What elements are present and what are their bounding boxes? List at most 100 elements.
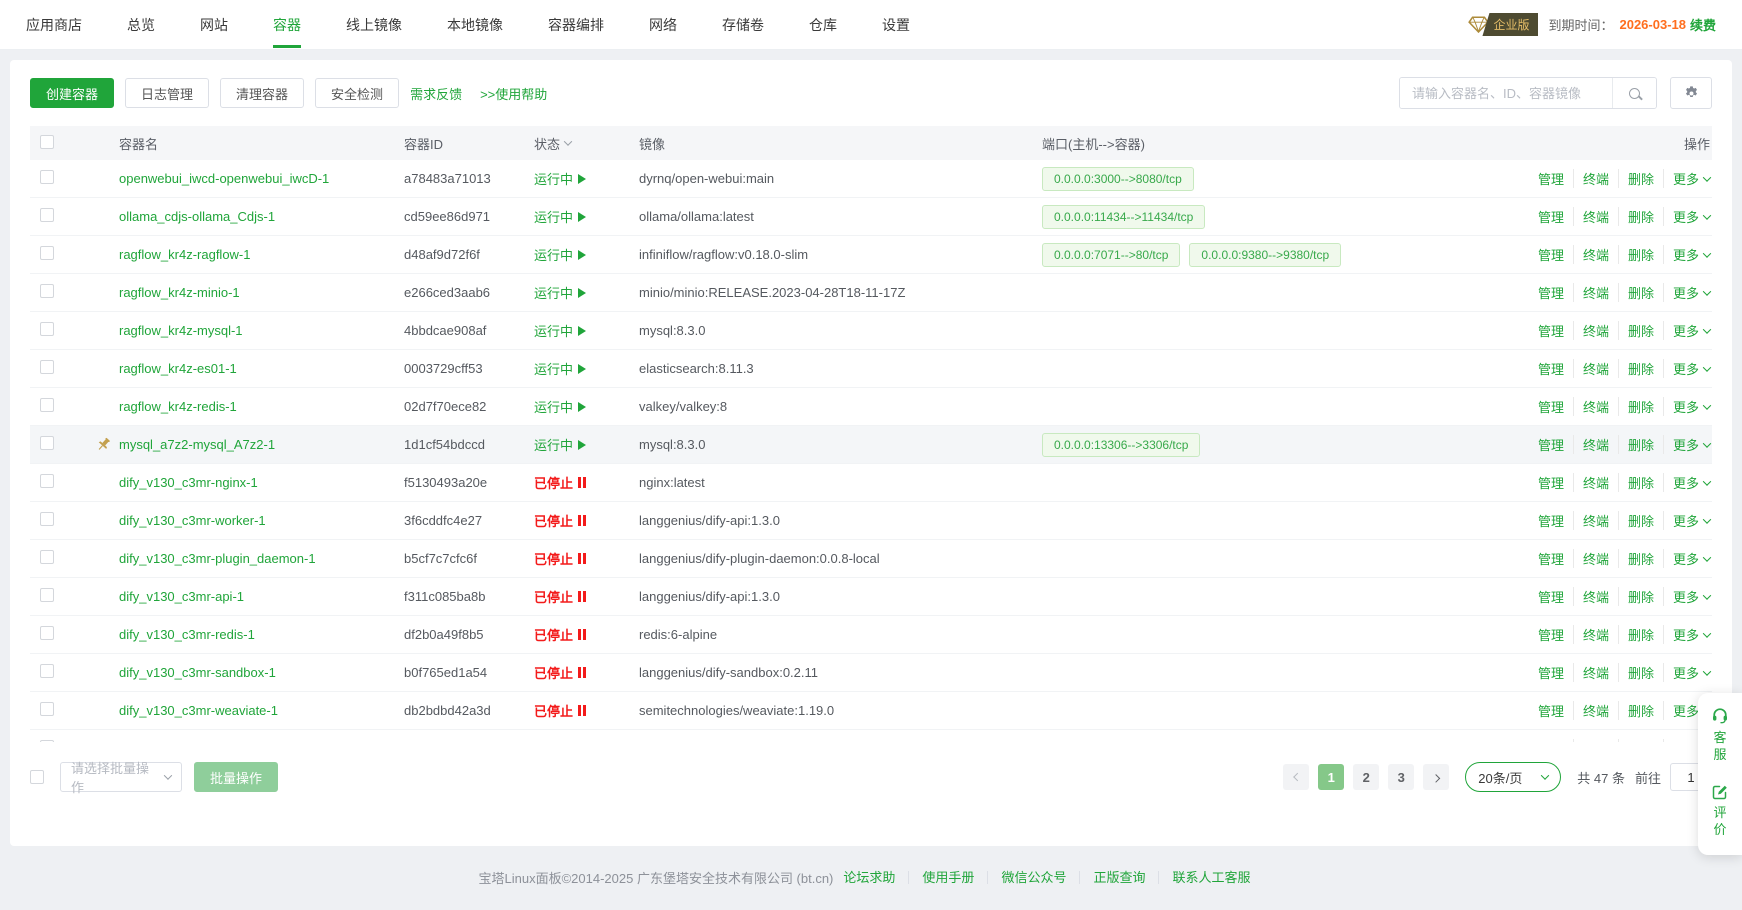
row-checkbox[interactable] xyxy=(40,246,54,260)
container-name-link[interactable]: dify_v130_c3mr-redis-1 xyxy=(119,627,255,642)
action-manage-link[interactable]: 管理 xyxy=(1529,245,1573,264)
nav-tab[interactable]: 存储卷 xyxy=(722,0,764,49)
help-link[interactable]: >>使用帮助 xyxy=(480,84,547,103)
row-checkbox[interactable] xyxy=(40,512,54,526)
container-name-link[interactable]: ragflow_kr4z-mysql-1 xyxy=(119,323,243,338)
container-name-link[interactable]: ragflow_kr4z-redis-1 xyxy=(119,399,237,414)
container-name-link[interactable]: openwebui_iwcd-openwebui_iwcD-1 xyxy=(119,171,329,186)
action-more-link[interactable]: 更多 xyxy=(1663,283,1710,302)
batch-apply-button[interactable]: 批量操作 xyxy=(194,762,278,792)
container-name-link[interactable]: dify_v130_c3mr-api-1 xyxy=(119,589,244,604)
vip-badge[interactable]: 企业版 xyxy=(1468,13,1538,36)
nav-tab[interactable]: 线上镜像 xyxy=(346,0,402,49)
nav-tab[interactable]: 容器 xyxy=(273,0,301,49)
action-manage-link[interactable]: 管理 xyxy=(1529,435,1573,454)
container-name-link[interactable]: ollama_cdjs-ollama_Cdjs-1 xyxy=(119,209,275,224)
row-checkbox[interactable] xyxy=(40,702,54,716)
log-manage-button[interactable]: 日志管理 xyxy=(125,78,209,108)
action-delete-link[interactable]: 删除 xyxy=(1618,207,1663,226)
action-terminal-link[interactable]: 终端 xyxy=(1573,207,1618,226)
action-terminal-link[interactable]: 终端 xyxy=(1573,701,1618,720)
action-delete-link[interactable]: 删除 xyxy=(1618,321,1663,340)
footer-link[interactable]: 联系人工客服 xyxy=(1158,871,1263,884)
action-manage-link[interactable]: 管理 xyxy=(1529,169,1573,188)
container-name-link[interactable]: dify_v130_c3mr-db-1 xyxy=(119,741,241,742)
action-manage-link[interactable]: 管理 xyxy=(1529,511,1573,530)
container-name-link[interactable]: dify_v130_c3mr-nginx-1 xyxy=(119,475,258,490)
action-terminal-link[interactable]: 终端 xyxy=(1573,739,1618,742)
security-check-button[interactable]: 安全检测 xyxy=(315,78,399,108)
action-manage-link[interactable]: 管理 xyxy=(1529,359,1573,378)
action-delete-link[interactable]: 删除 xyxy=(1618,511,1663,530)
action-terminal-link[interactable]: 终端 xyxy=(1573,359,1618,378)
action-delete-link[interactable]: 删除 xyxy=(1618,169,1663,188)
row-checkbox[interactable] xyxy=(40,398,54,412)
row-checkbox[interactable] xyxy=(40,436,54,450)
action-more-link[interactable]: 更多 xyxy=(1663,169,1710,188)
action-manage-link[interactable]: 管理 xyxy=(1529,283,1573,302)
batch-action-select[interactable]: 请选择批量操作 xyxy=(60,762,182,792)
action-terminal-link[interactable]: 终端 xyxy=(1573,321,1618,340)
container-name-link[interactable]: dify_v130_c3mr-plugin_daemon-1 xyxy=(119,551,316,566)
action-manage-link[interactable]: 管理 xyxy=(1529,701,1573,720)
action-more-link[interactable]: 更多 xyxy=(1663,473,1710,492)
action-more-link[interactable]: 更多 xyxy=(1663,397,1710,416)
action-terminal-link[interactable]: 终端 xyxy=(1573,511,1618,530)
next-page-button[interactable] xyxy=(1423,764,1449,790)
action-more-link[interactable]: 更多 xyxy=(1663,359,1710,378)
container-name-link[interactable]: mysql_a7z2-mysql_A7z2-1 xyxy=(119,437,275,452)
row-checkbox[interactable] xyxy=(40,550,54,564)
action-delete-link[interactable]: 删除 xyxy=(1618,245,1663,264)
action-terminal-link[interactable]: 终端 xyxy=(1573,245,1618,264)
action-more-link[interactable]: 更多 xyxy=(1663,511,1710,530)
row-checkbox[interactable] xyxy=(40,322,54,336)
nav-tab[interactable]: 仓库 xyxy=(809,0,837,49)
action-manage-link[interactable]: 管理 xyxy=(1529,321,1573,340)
customer-service-button[interactable]: 客服 xyxy=(1711,707,1729,764)
row-checkbox[interactable] xyxy=(40,626,54,640)
page-button-1[interactable]: 1 xyxy=(1318,764,1344,790)
renew-link[interactable]: 续费 xyxy=(1690,15,1716,34)
nav-tab[interactable]: 设置 xyxy=(882,0,910,49)
action-more-link[interactable]: 更多 xyxy=(1663,245,1710,264)
container-name-link[interactable]: ragflow_kr4z-ragflow-1 xyxy=(119,247,251,262)
action-more-link[interactable]: 更多 xyxy=(1663,207,1710,226)
action-manage-link[interactable]: 管理 xyxy=(1529,625,1573,644)
feedback-link[interactable]: 需求反馈 xyxy=(410,84,462,103)
action-delete-link[interactable]: 删除 xyxy=(1618,587,1663,606)
action-more-link[interactable]: 更多 xyxy=(1663,321,1710,340)
select-all-checkbox[interactable] xyxy=(40,135,54,149)
action-manage-link[interactable]: 管理 xyxy=(1529,549,1573,568)
row-checkbox[interactable] xyxy=(40,360,54,374)
action-delete-link[interactable]: 删除 xyxy=(1618,473,1663,492)
action-terminal-link[interactable]: 终端 xyxy=(1573,397,1618,416)
row-checkbox[interactable] xyxy=(40,284,54,298)
action-terminal-link[interactable]: 终端 xyxy=(1573,435,1618,454)
action-delete-link[interactable]: 删除 xyxy=(1618,549,1663,568)
column-header-status[interactable]: 状态 xyxy=(534,134,639,153)
action-manage-link[interactable]: 管理 xyxy=(1529,397,1573,416)
action-more-link[interactable]: 更多 xyxy=(1663,663,1710,682)
container-name-link[interactable]: dify_v130_c3mr-weaviate-1 xyxy=(119,703,278,718)
row-checkbox[interactable] xyxy=(40,588,54,602)
action-more-link[interactable]: 更多 xyxy=(1663,549,1710,568)
row-checkbox[interactable] xyxy=(40,664,54,678)
page-button-3[interactable]: 3 xyxy=(1388,764,1414,790)
action-terminal-link[interactable]: 终端 xyxy=(1573,549,1618,568)
container-name-link[interactable]: dify_v130_c3mr-worker-1 xyxy=(119,513,266,528)
nav-tab[interactable]: 本地镜像 xyxy=(447,0,503,49)
nav-tab[interactable]: 总览 xyxy=(127,0,155,49)
action-terminal-link[interactable]: 终端 xyxy=(1573,587,1618,606)
row-checkbox[interactable] xyxy=(40,474,54,488)
action-delete-link[interactable]: 删除 xyxy=(1618,663,1663,682)
footer-link[interactable]: 论坛求助 xyxy=(833,871,908,884)
review-button[interactable]: 评价 xyxy=(1712,784,1728,839)
action-manage-link[interactable]: 管理 xyxy=(1529,663,1573,682)
nav-tab[interactable]: 容器编排 xyxy=(548,0,604,49)
nav-tab[interactable]: 网络 xyxy=(649,0,677,49)
row-checkbox[interactable] xyxy=(40,740,54,742)
row-checkbox[interactable] xyxy=(40,208,54,222)
footer-link[interactable]: 微信公众号 xyxy=(987,871,1079,884)
action-terminal-link[interactable]: 终端 xyxy=(1573,283,1618,302)
search-input[interactable] xyxy=(1400,78,1612,108)
